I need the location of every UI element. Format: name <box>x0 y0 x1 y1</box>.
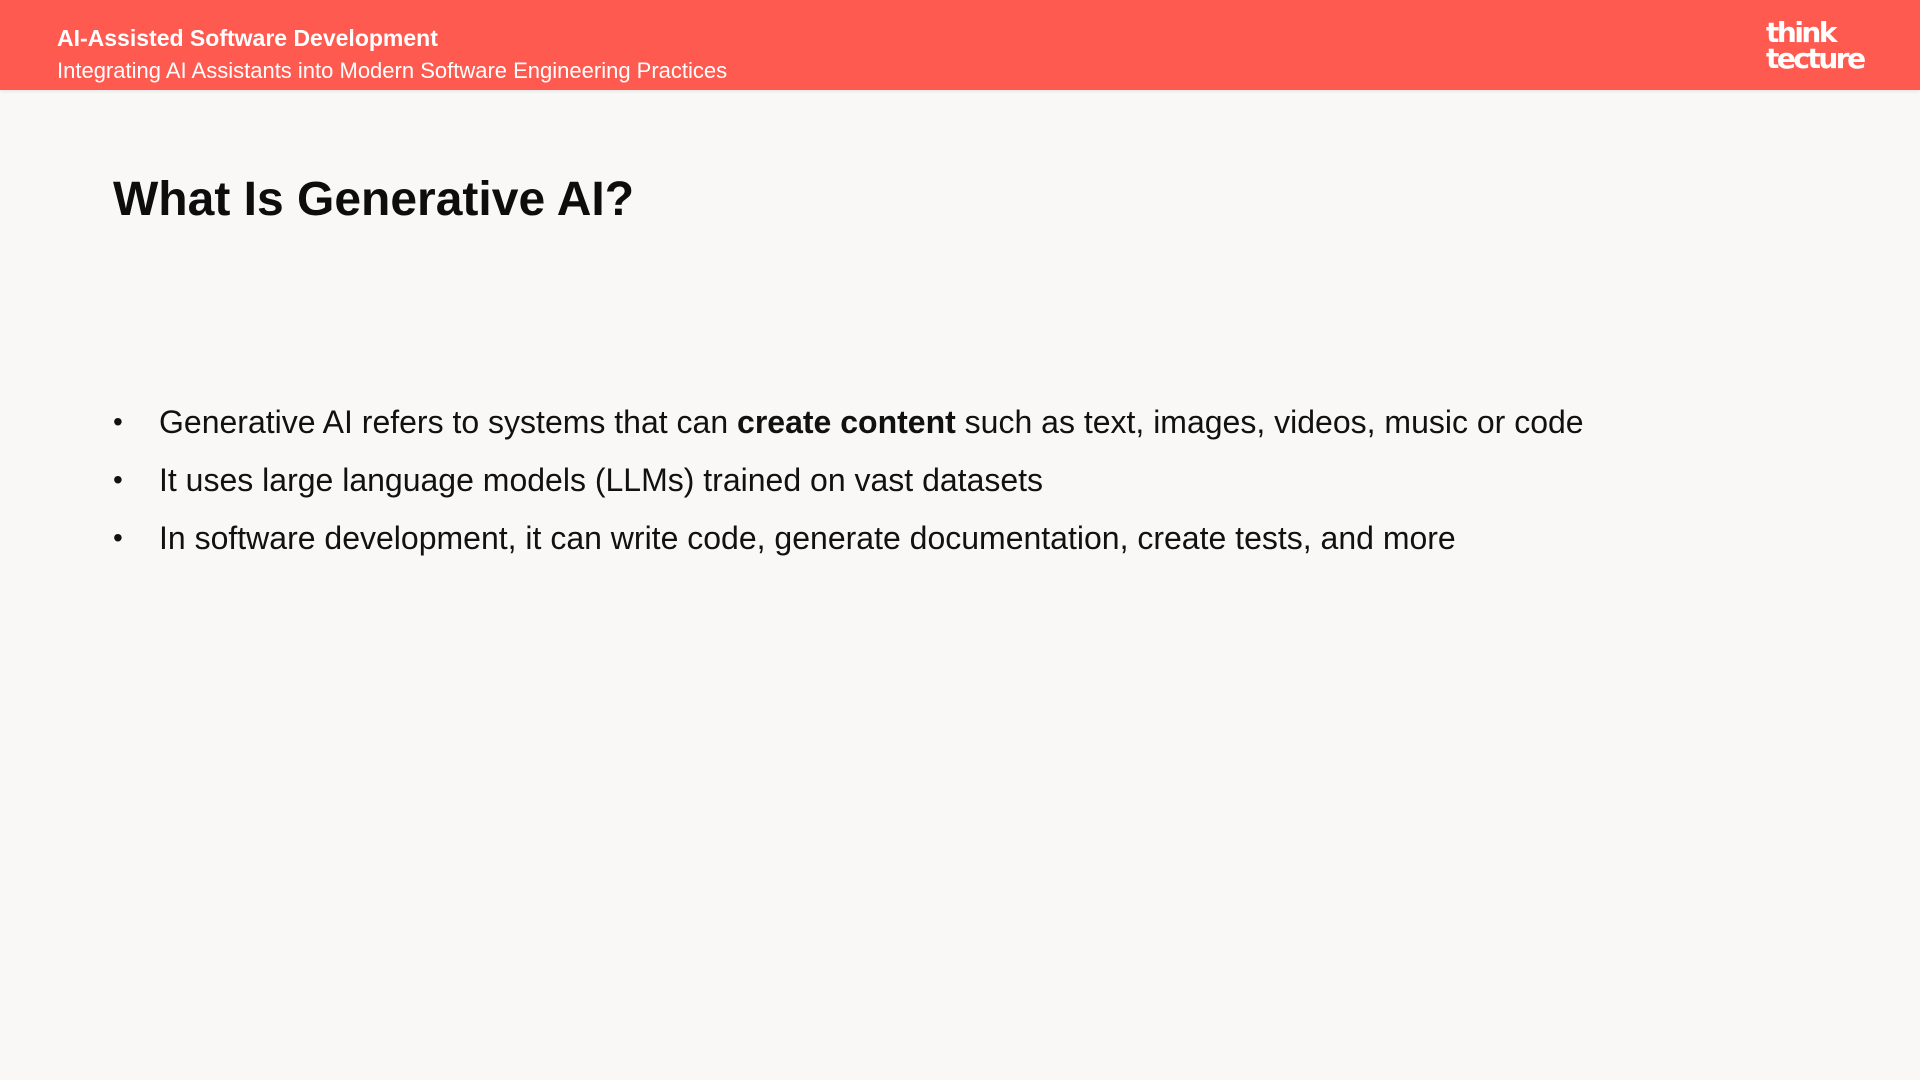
thinktecture-logo: think tecture <box>1766 19 1866 75</box>
bullet-text: It uses large language models (LLMs) tra… <box>159 462 1044 498</box>
slide: AI-Assisted Software Development Integra… <box>0 0 1920 1080</box>
header-bar: AI-Assisted Software Development Integra… <box>0 0 1920 90</box>
page-title: What Is Generative AI? <box>113 173 635 226</box>
logo-line-tecture: tecture <box>1766 42 1866 75</box>
bullet-text: In software development, it can write co… <box>159 520 1456 556</box>
bullet-text: such as text, images, videos, music or c… <box>955 404 1584 440</box>
header-title: AI-Assisted Software Development <box>57 25 438 51</box>
bullet-text: Generative AI refers to systems that can <box>159 404 738 440</box>
bullet-text-bold: create content <box>737 404 956 440</box>
header-subtitle: Integrating AI Assistants into Modern So… <box>57 58 728 83</box>
bullet-dot: • <box>113 406 123 437</box>
bullet-dot: • <box>113 464 123 495</box>
bullet-dot: • <box>113 522 123 553</box>
bullet-list: • Generative AI refers to systems that c… <box>113 398 1584 572</box>
bullet-item: • It uses large language models (LLMs) t… <box>113 456 1584 514</box>
bullet-item: • Generative AI refers to systems that c… <box>113 398 1584 456</box>
bullet-item: • In software development, it can write … <box>113 514 1584 572</box>
